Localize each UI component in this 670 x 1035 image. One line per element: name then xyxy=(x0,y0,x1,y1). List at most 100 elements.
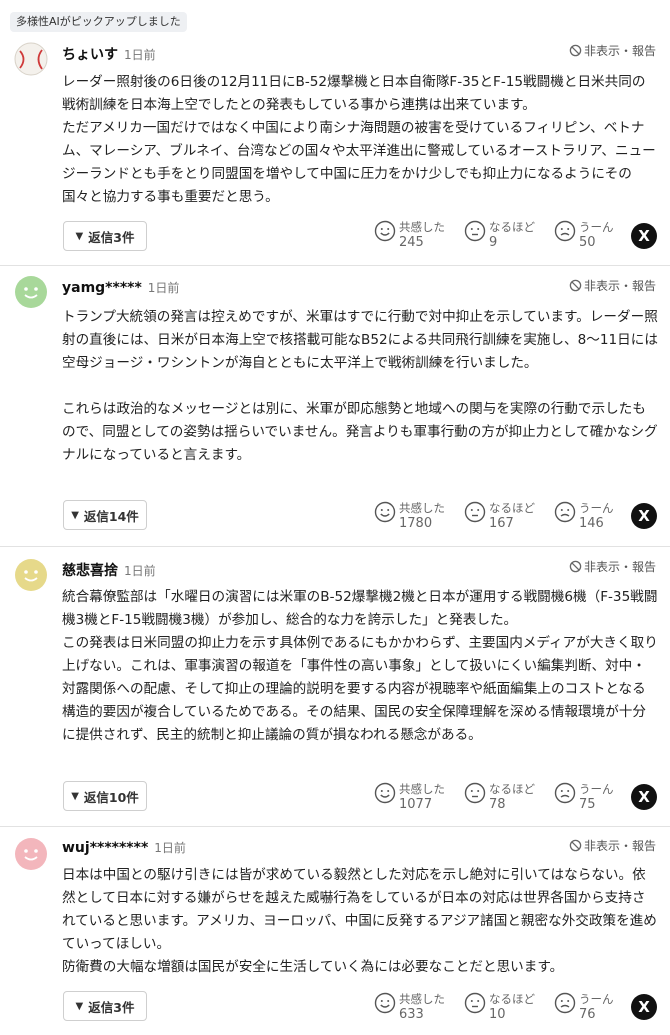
smile-face-icon xyxy=(374,501,396,523)
user-name[interactable]: wuj******** xyxy=(62,840,148,856)
comment-item: yamg***** 1日前 非表示・報告 トランプ大統領の発言は控えめですが、米軍… xyxy=(0,265,670,547)
baseball-avatar-icon[interactable] xyxy=(14,42,48,76)
user-name[interactable]: 慈悲喜捨 xyxy=(62,563,118,579)
x-share-icon[interactable]: X xyxy=(631,503,657,529)
x-share-icon[interactable]: X xyxy=(631,223,657,249)
indeed-button[interactable]: なるほど 78 xyxy=(464,782,535,812)
reply-count: 返信14件 xyxy=(83,508,139,524)
report-link[interactable]: 非表示・報告 xyxy=(569,558,656,575)
report-link[interactable]: 非表示・報告 xyxy=(569,277,656,294)
green-face-avatar-icon[interactable] xyxy=(14,275,48,309)
hmm-count: 146 xyxy=(579,516,604,531)
empathy-button[interactable]: 共感した 245 xyxy=(374,220,445,250)
indeed-label: なるほど xyxy=(489,992,535,1006)
thinking-face-icon xyxy=(464,501,486,523)
triangle-down-icon: ▼ xyxy=(71,790,79,802)
hmm-count: 50 xyxy=(579,235,596,250)
comment-text: 統合幕僚監部は「水曜日の演習には米軍のB-52爆撃機2機と日本が運用する戦闘機6… xyxy=(62,589,658,743)
block-icon xyxy=(569,839,582,852)
comment-user[interactable]: yamg***** 1日前 xyxy=(62,279,179,296)
smile-face-icon xyxy=(374,992,396,1014)
indeed-label: なるほど xyxy=(489,782,535,796)
triangle-down-icon: ▼ xyxy=(75,1000,84,1012)
empathy-count: 1077 xyxy=(399,797,433,812)
indeed-count: 78 xyxy=(489,797,506,812)
empathy-label: 共感した xyxy=(399,220,445,234)
empathy-count: 245 xyxy=(399,235,424,250)
yellow-face-avatar-icon[interactable] xyxy=(14,558,48,592)
hmm-button[interactable]: うーん 50 xyxy=(554,220,614,250)
hmm-button[interactable]: うーん 146 xyxy=(554,501,614,531)
comment-user[interactable]: wuj******** 1日前 xyxy=(62,839,186,856)
report-label: 非表示・報告 xyxy=(583,560,656,574)
report-link[interactable]: 非表示・報告 xyxy=(569,42,656,59)
indeed-button[interactable]: なるほど 10 xyxy=(464,992,535,1022)
hmm-count: 75 xyxy=(579,797,596,812)
hmm-label: うーん xyxy=(579,501,614,515)
hmm-button[interactable]: うーん 75 xyxy=(554,782,614,812)
reply-count: 返信3件 xyxy=(88,999,135,1015)
user-name[interactable]: yamg***** xyxy=(62,280,142,296)
comment-item: ちょいす 1日前 非表示・報告 レーダー照射後の6日後の12月11日にB-52爆撃… xyxy=(0,36,670,266)
triangle-down-icon: ▼ xyxy=(75,230,84,242)
report-link[interactable]: 非表示・報告 xyxy=(569,837,656,854)
triangle-down-icon: ▼ xyxy=(71,509,79,521)
reply-toggle-button[interactable]: ▼ 返信14件 xyxy=(63,500,147,530)
comment-user[interactable]: ちょいす 1日前 xyxy=(62,44,156,64)
thinking-face-icon xyxy=(464,992,486,1014)
puzzled-face-icon xyxy=(554,501,576,523)
reply-toggle-button[interactable]: ▼ 返信3件 xyxy=(63,991,147,1021)
reply-count: 返信10件 xyxy=(83,789,139,805)
x-share-icon[interactable]: X xyxy=(631,994,657,1020)
hmm-label: うーん xyxy=(579,992,614,1006)
comment-text: トランプ大統領の発言は控えめですが、米軍はすでに行動で対中抑止を示しています。レ… xyxy=(62,309,658,463)
empathy-label: 共感した xyxy=(399,992,445,1006)
indeed-button[interactable]: なるほど 9 xyxy=(464,220,535,250)
puzzled-face-icon xyxy=(554,992,576,1014)
empathy-button[interactable]: 共感した 1077 xyxy=(374,782,445,812)
thinking-face-icon xyxy=(464,220,486,242)
indeed-label: なるほど xyxy=(489,220,535,234)
report-label: 非表示・報告 xyxy=(583,839,656,853)
report-label: 非表示・報告 xyxy=(583,279,656,293)
smile-face-icon xyxy=(374,220,396,242)
indeed-button[interactable]: なるほど 167 xyxy=(464,501,535,531)
indeed-count: 9 xyxy=(489,235,498,250)
post-time: 1日前 xyxy=(124,48,156,62)
puzzled-face-icon xyxy=(554,782,576,804)
empathy-label: 共感した xyxy=(399,501,445,515)
post-time: 1日前 xyxy=(124,564,156,578)
hmm-button[interactable]: うーん 76 xyxy=(554,992,614,1022)
indeed-count: 10 xyxy=(489,1007,506,1022)
post-time: 1日前 xyxy=(147,281,180,295)
block-icon xyxy=(569,44,582,57)
comment-text: レーダー照射後の6日後の12月11日にB-52爆撃機と日本自衛隊F-35とF-1… xyxy=(62,74,656,205)
block-icon xyxy=(569,279,582,292)
hmm-label: うーん xyxy=(579,782,614,796)
x-share-icon[interactable]: X xyxy=(631,784,657,810)
pink-face-avatar-icon[interactable] xyxy=(14,837,48,871)
reply-toggle-button[interactable]: ▼ 返信3件 xyxy=(63,221,147,251)
comment-user[interactable]: 慈悲喜捨 1日前 xyxy=(62,560,156,580)
empathy-count: 1780 xyxy=(399,516,433,531)
ai-pickup-badge: 多様性AIがピックアップしました xyxy=(10,12,187,32)
comment-item: 慈悲喜捨 1日前 非表示・報告 統合幕僚監部は「水曜日の演習には米軍のB-52爆撃… xyxy=(0,546,670,827)
user-name[interactable]: ちょいす xyxy=(62,47,118,63)
block-icon xyxy=(569,560,582,573)
smile-face-icon xyxy=(374,782,396,804)
comment-text: 日本は中国との駆け引きには皆が求めている毅然とした対応を示し絶対に引いてはならな… xyxy=(62,867,657,975)
thinking-face-icon xyxy=(464,782,486,804)
reply-count: 返信3件 xyxy=(88,229,135,245)
empathy-button[interactable]: 共感した 1780 xyxy=(374,501,445,531)
post-time: 1日前 xyxy=(154,841,186,855)
comment-list: 多様性AIがピックアップしました ちょいす 1日前 非表示・報告 レーダー照射後の… xyxy=(0,0,670,1035)
empathy-button[interactable]: 共感した 633 xyxy=(374,992,445,1022)
hmm-count: 76 xyxy=(579,1007,596,1022)
hmm-label: うーん xyxy=(579,220,614,234)
reply-toggle-button[interactable]: ▼ 返信10件 xyxy=(63,781,147,811)
puzzled-face-icon xyxy=(554,220,576,242)
report-label: 非表示・報告 xyxy=(583,44,656,58)
empathy-label: 共感した xyxy=(399,782,445,796)
indeed-label: なるほど xyxy=(489,501,535,515)
empathy-count: 633 xyxy=(399,1007,424,1022)
